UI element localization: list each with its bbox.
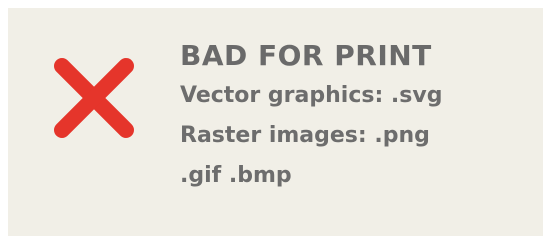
additional-formats-line: .gif .bmp [180, 163, 292, 188]
red-x-icon [48, 52, 140, 144]
card-text: BAD FOR PRINT Vector graphics: .svg Rast… [180, 36, 442, 196]
bad-for-print-card: BAD FOR PRINT Vector graphics: .svg Rast… [8, 8, 543, 236]
vector-graphics-line: Vector graphics: .svg [180, 83, 443, 108]
card-title: BAD FOR PRINT [180, 39, 432, 72]
raster-images-line: Raster images: .png [180, 123, 430, 148]
